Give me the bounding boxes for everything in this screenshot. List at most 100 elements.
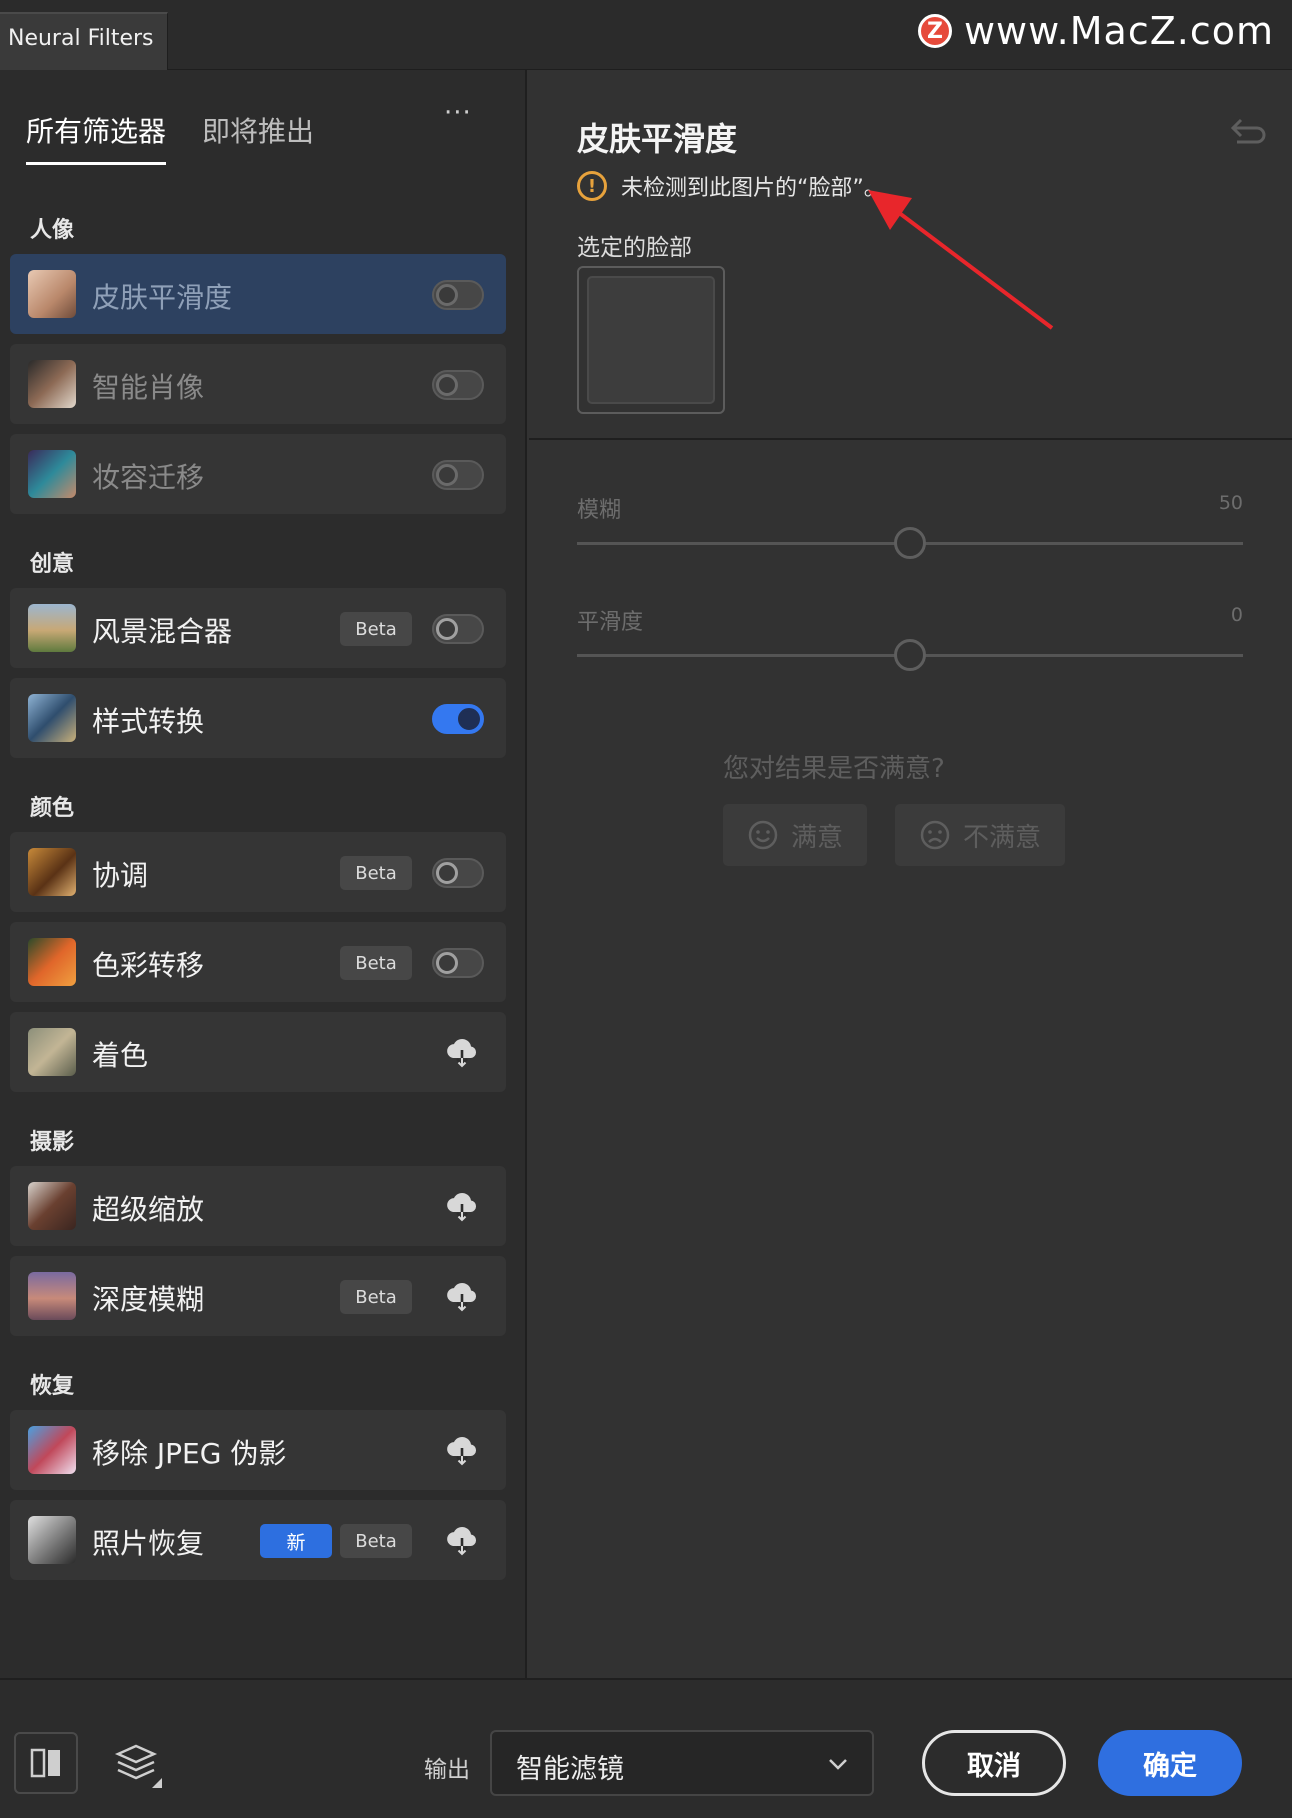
smoothness-slider-label: 平滑度: [577, 610, 644, 635]
filter-thumbnail: [28, 694, 76, 742]
watermark-text: www.MacZ.com: [963, 9, 1274, 53]
beta-badge: Beta: [340, 946, 412, 980]
filter-label: 妆容迁移: [92, 461, 205, 494]
filter-label: 深度模糊: [92, 1283, 205, 1316]
footer-bar: 输出 智能滤镜 取消 确定: [0, 1678, 1292, 1818]
section-portrait: 人像: [30, 218, 75, 243]
blur-slider-value: 50: [1218, 492, 1243, 514]
filter-item-photo-restoration[interactable]: 照片恢复 新 Beta: [10, 1500, 506, 1580]
beta-badge: Beta: [340, 612, 412, 646]
filter-thumbnail: [28, 270, 76, 318]
section-photography: 摄影: [30, 1130, 75, 1155]
filter-label: 色彩转移: [92, 949, 205, 982]
filter-item-skin-smoothing[interactable]: 皮肤平滑度: [10, 254, 506, 334]
filter-thumbnail: [28, 1516, 76, 1564]
filter-label: 样式转换: [92, 705, 205, 738]
smoothness-slider-value: 0: [1230, 604, 1243, 626]
filter-toggle[interactable]: [432, 460, 484, 490]
filter-thumbnail: [28, 604, 76, 652]
filter-thumbnail: [28, 938, 76, 986]
filter-toggle[interactable]: [432, 948, 484, 978]
ok-button[interactable]: 确定: [1098, 1730, 1242, 1796]
filter-item-colorize[interactable]: 着色: [10, 1012, 506, 1092]
panel-title: 皮肤平滑度: [577, 120, 738, 158]
filter-tabs: 所有筛选器 即将推出: [26, 110, 314, 165]
filter-thumbnail: [28, 450, 76, 498]
filter-thumbnail: [28, 360, 76, 408]
smoothness-slider-thumb[interactable]: [894, 639, 926, 671]
selected-face-thumbnail[interactable]: [577, 266, 725, 414]
warning-icon: !: [577, 171, 607, 201]
section-restore: 恢复: [30, 1374, 75, 1399]
beta-badge: Beta: [340, 1280, 412, 1314]
filter-label: 移除 JPEG 伪影: [92, 1437, 287, 1470]
neural-filters-window: Neural Filters Z www.MacZ.com 所有筛选器 即将推出…: [0, 0, 1292, 1818]
filter-list-panel: 所有筛选器 即将推出 ··· 人像 创意 颜色 摄影 恢复 皮肤平滑度智能肖像妆…: [0, 70, 527, 1678]
tab-all-filters[interactable]: 所有筛选器: [26, 110, 167, 165]
chevron-down-icon: [829, 1759, 847, 1770]
satisfied-button[interactable]: 满意: [723, 804, 868, 866]
selected-face-label: 选定的脸部: [577, 235, 692, 261]
unsatisfied-label: 不满意: [963, 822, 1042, 853]
filter-item-super-zoom[interactable]: 超级缩放: [10, 1166, 506, 1246]
filter-detail-settings: 模糊 50 平滑度 0 您对结果是否满意? 满意 不满意: [529, 442, 1292, 1678]
filter-thumbnail: [28, 1182, 76, 1230]
output-select-value: 智能滤镜: [516, 1754, 624, 1785]
output-select[interactable]: 智能滤镜: [490, 1730, 874, 1796]
cloud-download-icon[interactable]: [444, 1522, 480, 1558]
filter-label: 风景混合器: [92, 615, 233, 648]
filter-label: 超级缩放: [92, 1193, 205, 1226]
filter-item-jpeg-artifacts-removal[interactable]: 移除 JPEG 伪影: [10, 1410, 506, 1490]
layers-icon[interactable]: [112, 1738, 164, 1790]
split-view-button[interactable]: [14, 1732, 78, 1794]
new-badge: 新: [260, 1524, 332, 1558]
filter-thumbnail: [28, 1426, 76, 1474]
frown-icon: [920, 820, 950, 850]
feedback-question: 您对结果是否满意?: [723, 754, 945, 784]
tab-coming-soon[interactable]: 即将推出: [202, 110, 314, 165]
filter-detail-header: 皮肤平滑度 ! 未检测到此图片的“脸部”。 选定的脸部: [529, 70, 1292, 440]
filter-item-smart-portrait[interactable]: 智能肖像: [10, 344, 506, 424]
beta-badge: Beta: [340, 856, 412, 890]
warning-text: 未检测到此图片的“脸部”。: [621, 176, 886, 201]
filter-item-depth-blur[interactable]: 深度模糊 Beta: [10, 1256, 506, 1336]
cloud-download-icon[interactable]: [444, 1432, 480, 1468]
output-label: 输出: [424, 1757, 470, 1783]
filter-item-style-transfer[interactable]: 样式转换: [10, 678, 506, 758]
filter-toggle[interactable]: [432, 280, 484, 310]
filter-toggle[interactable]: [432, 370, 484, 400]
satisfied-label: 满意: [791, 822, 844, 853]
document-tab[interactable]: Neural Filters: [0, 12, 168, 70]
smile-icon: [748, 820, 778, 850]
watermark-logo-icon: Z: [917, 14, 952, 48]
split-view-icon: [30, 1748, 60, 1778]
filter-label: 皮肤平滑度: [92, 281, 233, 314]
reset-icon[interactable]: [1227, 114, 1267, 150]
section-color: 颜色: [30, 796, 75, 821]
filter-item-makeup-transfer[interactable]: 妆容迁移: [10, 434, 506, 514]
filter-label: 协调: [92, 859, 149, 892]
filter-item-landscape-mixer[interactable]: 风景混合器 Beta: [10, 588, 506, 668]
filter-item-color-transfer[interactable]: 色彩转移 Beta: [10, 922, 506, 1002]
section-creative: 创意: [30, 552, 75, 577]
filter-toggle[interactable]: [432, 704, 484, 734]
cloud-download-icon[interactable]: [444, 1188, 480, 1224]
filter-item-harmonization[interactable]: 协调 Beta: [10, 832, 506, 912]
filter-label: 照片恢复: [92, 1527, 205, 1560]
filter-label: 智能肖像: [92, 371, 205, 404]
cloud-download-icon[interactable]: [444, 1034, 480, 1070]
filter-label: 着色: [92, 1039, 149, 1072]
filter-thumbnail: [28, 1272, 76, 1320]
watermark: Z www.MacZ.com: [917, 6, 1274, 56]
cloud-download-icon[interactable]: [444, 1278, 480, 1314]
blur-slider-label: 模糊: [577, 498, 622, 523]
unsatisfied-button[interactable]: 不满意: [895, 804, 1066, 866]
filter-toggle[interactable]: [432, 614, 484, 644]
filter-toggle[interactable]: [432, 858, 484, 888]
filter-thumbnail: [28, 1028, 76, 1076]
cancel-button[interactable]: 取消: [922, 1730, 1066, 1796]
more-options-icon[interactable]: ···: [444, 98, 472, 128]
beta-badge: Beta: [340, 1524, 412, 1558]
document-tab-label: Neural Filters: [8, 26, 154, 51]
blur-slider-thumb[interactable]: [894, 527, 926, 559]
